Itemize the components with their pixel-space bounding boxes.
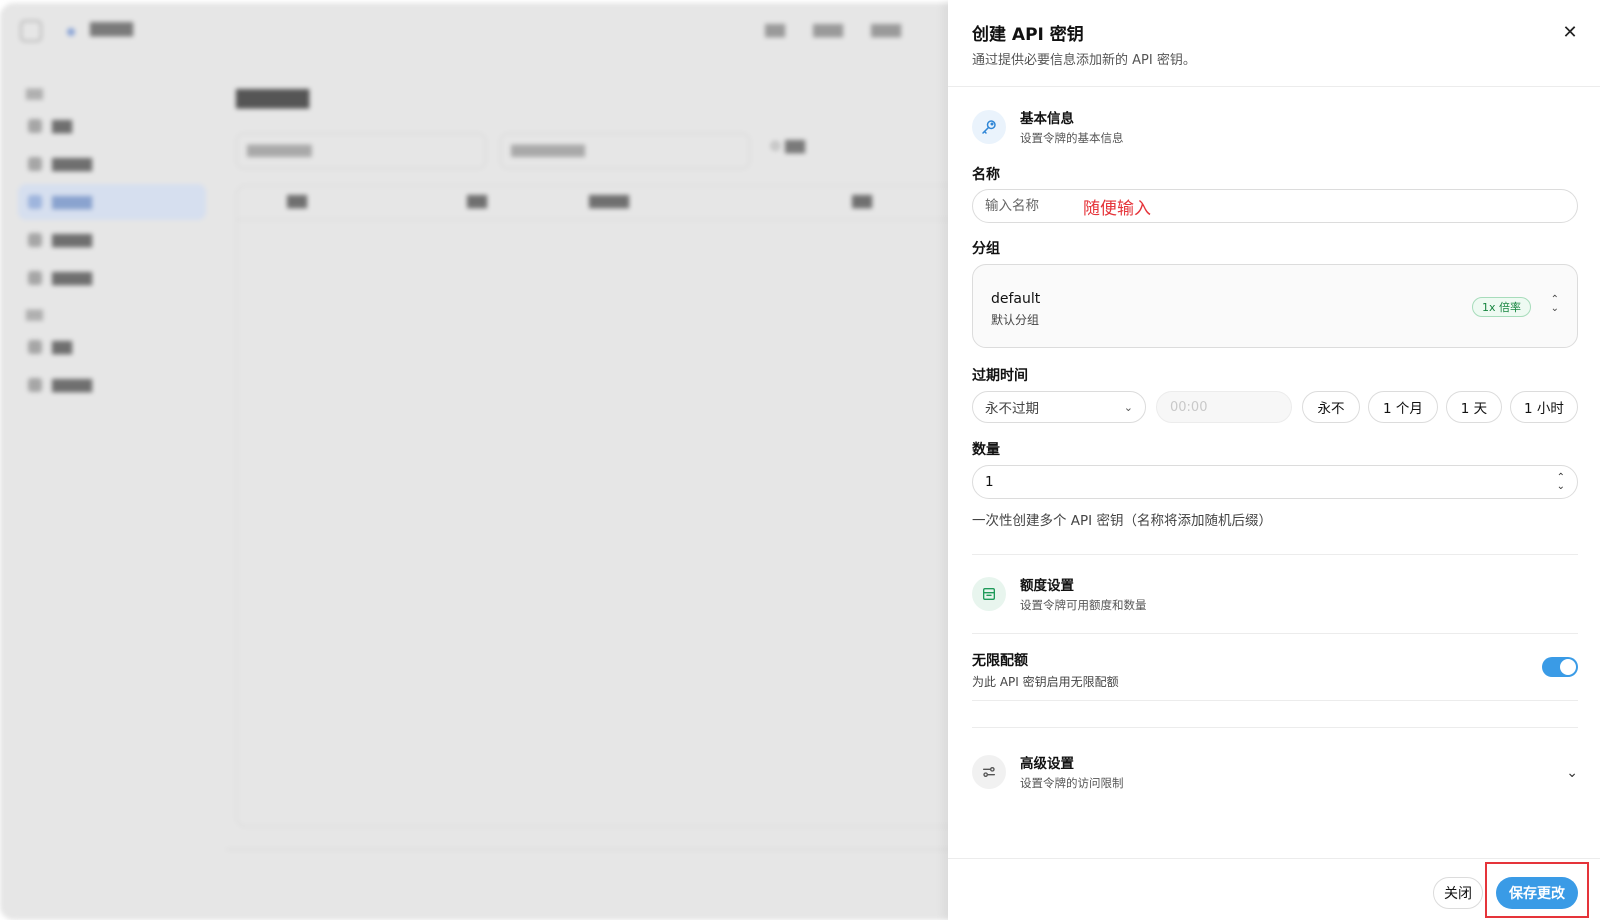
- name-field-wrapper: 随便输入: [972, 189, 1578, 223]
- group-selected-desc: 默认分组: [991, 313, 1040, 327]
- background-page-title: ▇▇▇▇▇: [236, 87, 310, 109]
- background-table: ▇▇ ▇▇ ▇▇▇▇ ▇▇: [236, 185, 960, 827]
- expire-time-input: 00:00: [1156, 391, 1292, 423]
- key-icon: [972, 109, 1006, 144]
- rate-badge: 1x 倍率: [1471, 297, 1531, 317]
- close-icon[interactable]: ✕: [1560, 22, 1580, 43]
- group-selected-name: default: [991, 291, 1041, 307]
- unlimited-quota-description: 为此 API 密钥启用无限配额: [972, 675, 1119, 689]
- brand-logo: [67, 28, 75, 36]
- basic-info-section-header: 基本信息 设置令牌的基本信息: [972, 107, 1124, 146]
- sidebar-toggle-icon: [20, 20, 42, 42]
- sliders-icon: [972, 754, 1006, 789]
- annotation-text: 随便输入: [1083, 198, 1151, 219]
- quantity-label: 数量: [972, 442, 1000, 458]
- background-sidebar: ▇▇ ▇▇ ▇▇▇▇ ▇▇▇▇ ▇▇▇▇ ▇▇▇▇ ▇▇ ▇▇ ▇▇▇▇: [18, 81, 206, 405]
- chevron-down-icon: ⌄: [1123, 400, 1133, 414]
- unlimited-quota-label: 无限配额: [972, 653, 1028, 669]
- name-label: 名称: [972, 167, 1000, 183]
- background-topbar: ▇▇▇▇ ▇▇ ▇▇▇ ▇▇▇: [0, 3, 960, 59]
- divider: [972, 727, 1578, 728]
- group-label: 分组: [972, 241, 1000, 257]
- divider: [972, 633, 1578, 634]
- divider: [972, 554, 1578, 555]
- expire-select[interactable]: 永不过期 ⌄: [972, 391, 1146, 423]
- quota-subtitle: 设置令牌可用额度和数量: [1020, 598, 1147, 612]
- advanced-title: 高级设置: [1020, 756, 1074, 772]
- chevron-down-icon[interactable]: ⌄: [1566, 765, 1578, 781]
- quantity-value: 1: [985, 474, 994, 490]
- divider: [972, 700, 1578, 701]
- basic-info-subtitle: 设置令牌的基本信息: [1020, 131, 1124, 145]
- background-app: ▇▇▇▇ ▇▇ ▇▇▇ ▇▇▇ ▇▇ ▇▇ ▇▇▇▇ ▇▇▇▇ ▇▇▇▇ ▇▇▇▇ …: [0, 3, 960, 920]
- brand-name-blurred: ▇▇▇▇: [90, 21, 134, 37]
- basic-info-title: 基本信息: [1020, 111, 1074, 127]
- sheet-subtitle: 通过提供必要信息添加新的 API 密钥。: [972, 53, 1196, 68]
- save-button[interactable]: 保存更改: [1496, 877, 1578, 909]
- quantity-stepper[interactable]: 1 ⌃ ⌄: [972, 465, 1578, 499]
- advanced-subtitle: 设置令牌的访问限制: [1020, 776, 1124, 790]
- preset-never-button[interactable]: 永不: [1302, 391, 1360, 423]
- preset-1-day-button[interactable]: 1 天: [1446, 391, 1502, 423]
- quantity-hint: 一次性创建多个 API 密钥（名称将添加随机后缀）: [972, 513, 1272, 529]
- unlimited-quota-toggle[interactable]: [1542, 657, 1578, 677]
- top-nav-blurred: ▇▇ ▇▇▇ ▇▇▇: [765, 23, 901, 38]
- advanced-section-header[interactable]: 高级设置 设置令牌的访问限制: [972, 752, 1124, 791]
- sheet-footer-divider: [948, 858, 1600, 859]
- preset-1-month-button[interactable]: 1 个月: [1368, 391, 1438, 423]
- expire-label: 过期时间: [972, 368, 1028, 384]
- chevron-up-down-icon: ⌃ ⌄: [1550, 294, 1559, 314]
- stepper-icon[interactable]: ⌃ ⌄: [1557, 473, 1565, 492]
- quota-section-header: 额度设置 设置令牌可用额度和数量: [972, 574, 1147, 613]
- close-button[interactable]: 关闭: [1433, 877, 1483, 909]
- preset-1-hour-button[interactable]: 1 小时: [1510, 391, 1578, 423]
- sheet-header: 创建 API 密钥 通过提供必要信息添加新的 API 密钥。 ✕: [948, 0, 1600, 87]
- create-api-key-sheet: 创建 API 密钥 通过提供必要信息添加新的 API 密钥。 ✕ 基本信息 设置…: [948, 0, 1600, 920]
- sheet-title: 创建 API 密钥: [972, 25, 1084, 45]
- group-select[interactable]: default 默认分组 1x 倍率 ⌃ ⌄: [972, 264, 1578, 348]
- expire-selected-value: 永不过期: [985, 401, 1039, 417]
- name-input[interactable]: [985, 198, 1085, 214]
- wallet-icon: [972, 576, 1006, 611]
- quota-title: 额度设置: [1020, 578, 1074, 594]
